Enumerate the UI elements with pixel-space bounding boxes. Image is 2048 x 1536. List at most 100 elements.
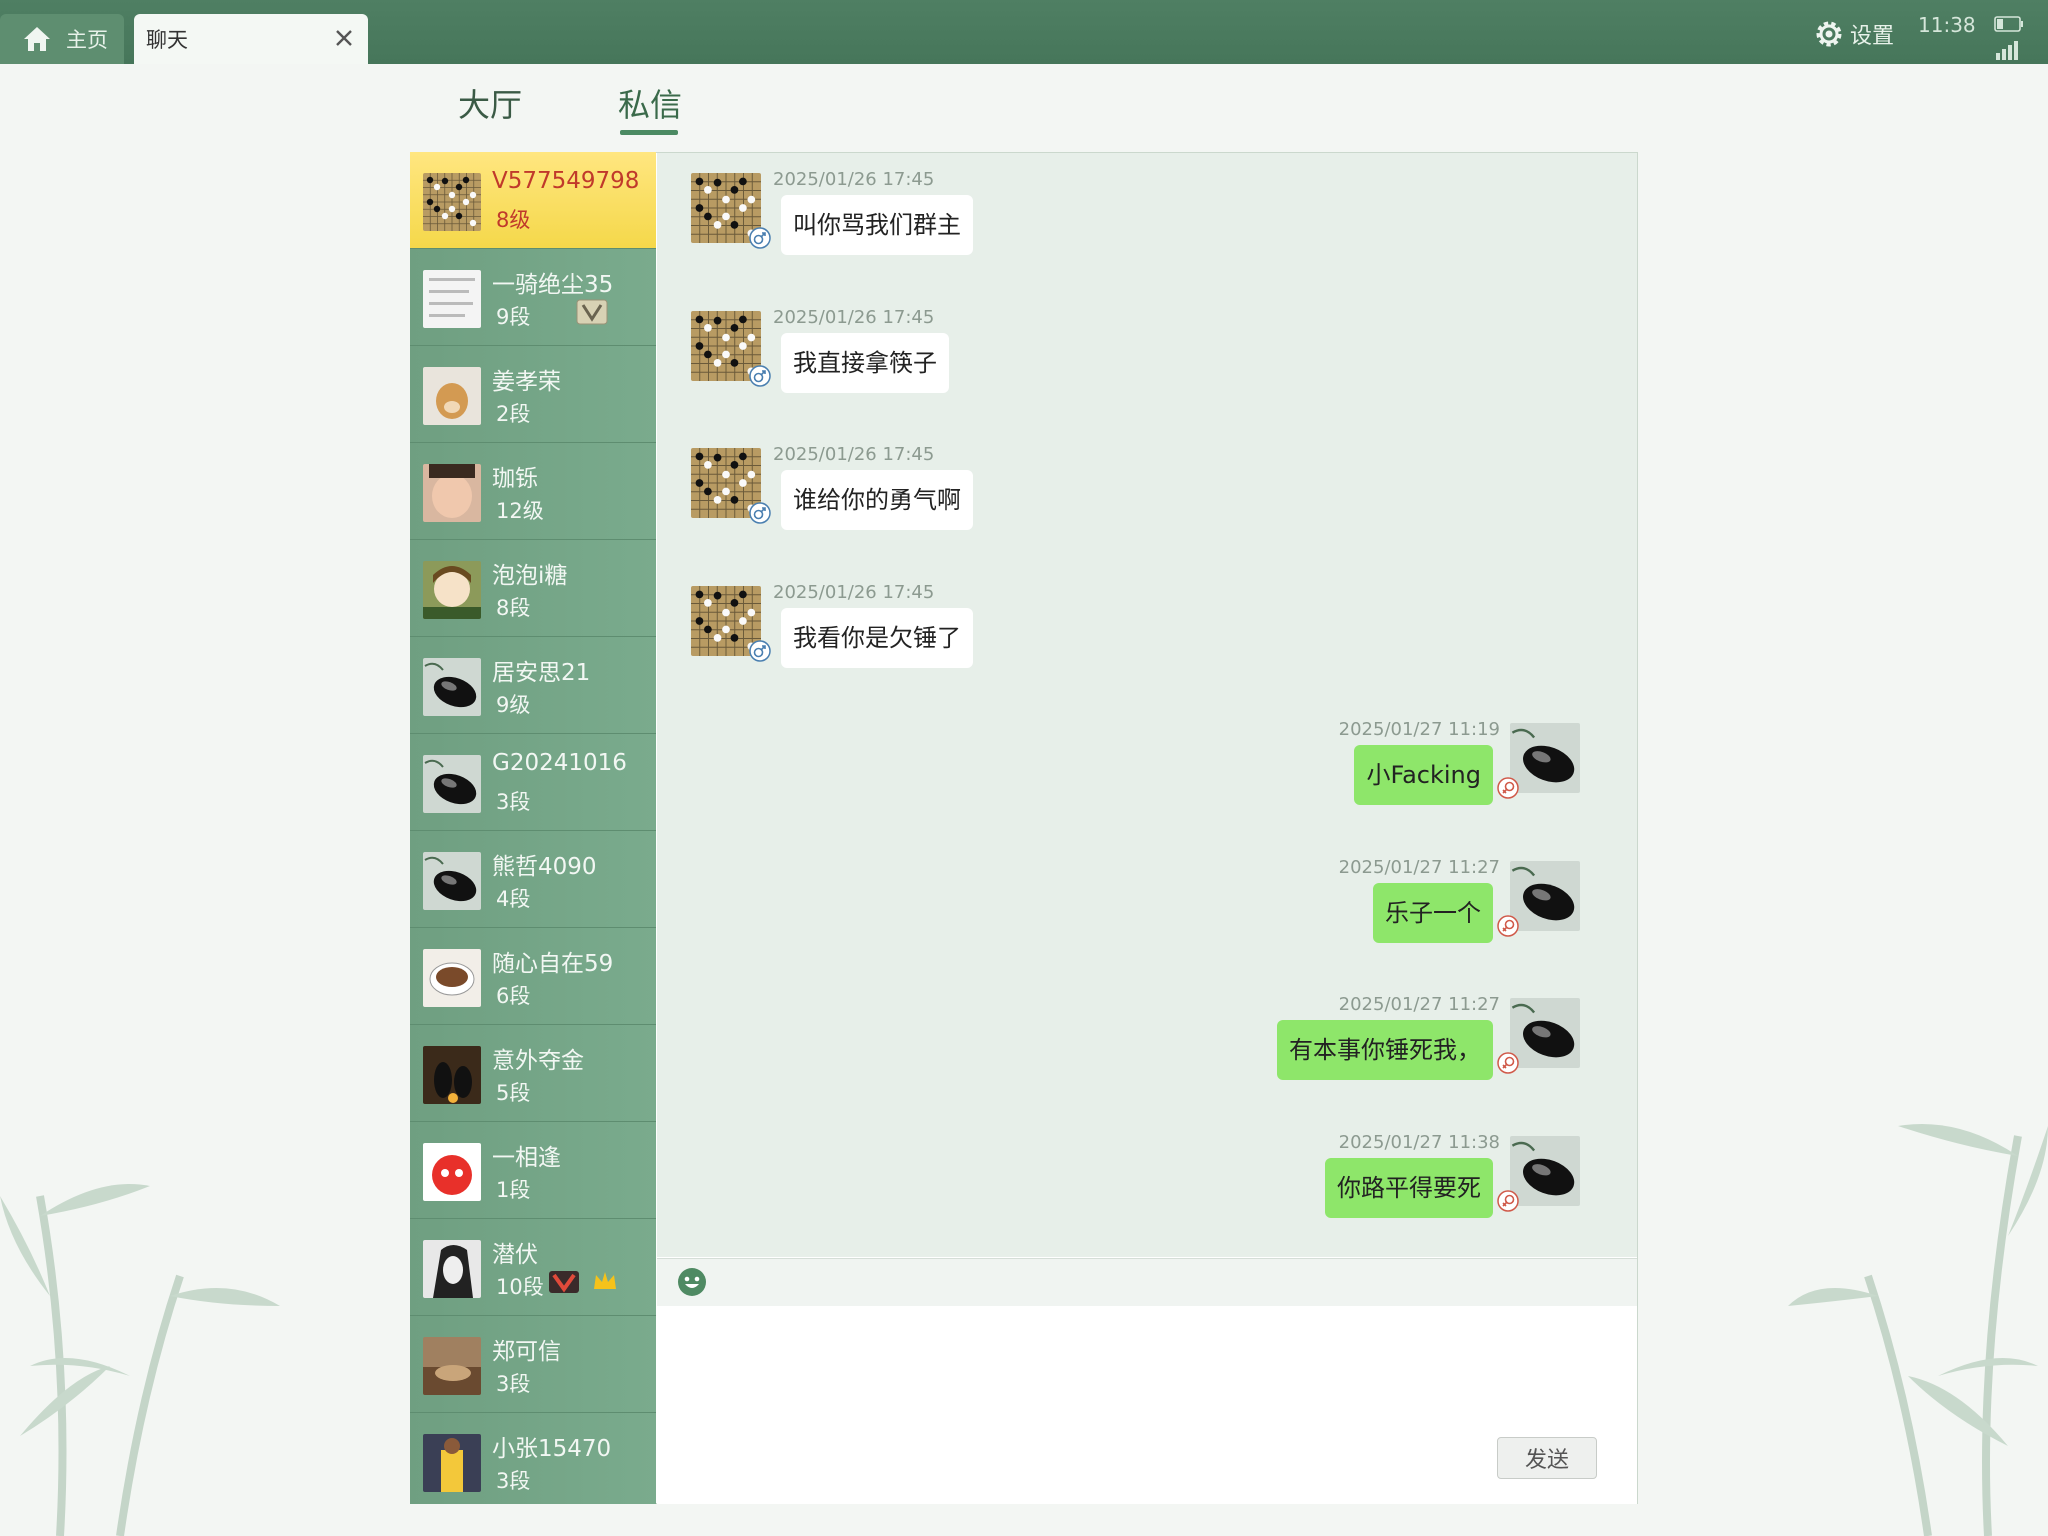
avatar <box>423 561 481 619</box>
message-bubble[interactable]: 小Facking <box>1354 745 1493 805</box>
contact-item[interactable]: 姜孝荣 2段 <box>410 346 656 443</box>
contact-item[interactable]: 居安思21 9级 <box>410 637 656 734</box>
bamboo-decoration-left <box>0 1184 280 1536</box>
contact-name: 郑可信 <box>492 1339 561 1365</box>
contact-rank: 3段 <box>496 1469 531 1493</box>
female-icon <box>1497 1052 1519 1074</box>
message-bubble[interactable]: 叫你骂我们群主 <box>781 195 973 255</box>
contact-name: G20241016 <box>492 750 627 776</box>
contact-name: 潜伏 <box>492 1242 538 1268</box>
outgoing-message: 2025/01/27 11:19 小Facking <box>657 711 1637 821</box>
avatar <box>423 1143 481 1201</box>
settings-button[interactable]: 设置 <box>1814 18 1894 50</box>
active-tab-indicator <box>620 130 678 135</box>
message-bubble[interactable]: 我看你是欠锤了 <box>781 607 973 668</box>
avatar <box>423 1046 481 1104</box>
outgoing-message: 2025/01/27 11:27 乐子一个 <box>657 849 1637 959</box>
contact-item[interactable]: 泡泡i糖 8段 <box>410 540 656 637</box>
contact-item[interactable]: G20241016 3段 <box>410 734 656 831</box>
message-time: 2025/01/26 17:45 <box>773 306 935 328</box>
contact-item[interactable]: 潜伏 10段 <box>410 1219 656 1316</box>
message-bubble[interactable]: 乐子一个 <box>1373 882 1493 943</box>
avatar <box>423 270 481 328</box>
avatar <box>423 852 481 910</box>
contact-item[interactable]: 熊哲4090 4段 <box>410 831 656 928</box>
contact-name: 泡泡i糖 <box>492 563 568 589</box>
message-time: 2025/01/26 17:45 <box>773 581 935 603</box>
incoming-message: 2025/01/26 17:45 我直接拿筷子 <box>657 299 1637 409</box>
male-icon <box>749 639 771 662</box>
emoji-icon[interactable] <box>677 1267 707 1297</box>
message-time: 2025/01/27 11:19 <box>1338 719 1500 740</box>
avatar <box>423 367 481 425</box>
self-avatar[interactable] <box>1510 860 1580 931</box>
contact-rank: 9段 <box>496 305 531 329</box>
bamboo-decoration-right <box>1788 1124 2048 1536</box>
tab-private-messages[interactable]: 私信 <box>618 80 682 126</box>
message-time: 2025/01/26 17:45 <box>773 444 935 465</box>
male-icon <box>749 502 771 524</box>
message-area[interactable]: 2025/01/26 17:45 叫你骂我们群主 2025/01/26 17:4… <box>657 153 1637 1257</box>
self-avatar[interactable] <box>1510 998 1580 1068</box>
incoming-message: 2025/01/26 17:45 谁给你的勇气啊 <box>657 436 1637 546</box>
self-avatar[interactable] <box>1510 1135 1580 1206</box>
clock: 11:38 <box>1918 13 1976 37</box>
contact-item[interactable]: 随心自在59 6段 <box>410 928 656 1025</box>
avatar <box>423 658 481 716</box>
contact-rank: 8段 <box>496 596 531 620</box>
contact-rank: 12级 <box>496 499 544 523</box>
avatar <box>423 949 481 1007</box>
contact-item[interactable]: 小张15470 3段 <box>410 1413 656 1504</box>
contact-name: V577549798 <box>492 168 640 194</box>
tab-hall[interactable]: 大厅 <box>458 80 522 126</box>
female-icon <box>1497 777 1519 799</box>
incoming-message: 2025/01/26 17:45 叫你骂我们群主 <box>657 161 1637 271</box>
home-icon <box>24 27 50 51</box>
message-bubble[interactable]: 有本事你锤死我， <box>1277 1020 1493 1080</box>
close-icon[interactable] <box>332 26 356 50</box>
medal-icon <box>549 1271 579 1293</box>
female-icon <box>1497 1189 1519 1212</box>
send-button[interactable]: 发送 <box>1497 1437 1597 1479</box>
contact-item[interactable]: 珈铄 12级 <box>410 443 656 540</box>
contact-rank: 6段 <box>496 984 531 1008</box>
contact-rank: 3段 <box>496 1372 531 1396</box>
contact-name: 一相逢 <box>492 1145 561 1171</box>
contact-list[interactable]: V577549798 8级 一骑绝尘35 9段 姜孝荣 2段 珈铄 12级 泡泡… <box>410 152 656 1504</box>
avatar <box>423 464 481 522</box>
message-bubble[interactable]: 谁给你的勇气啊 <box>781 470 973 530</box>
composer-toolbar <box>657 1258 1637 1306</box>
battery-icon <box>1994 16 2023 32</box>
contact-rank: 2段 <box>496 402 531 426</box>
outgoing-message: 2025/01/27 11:38 你路平得要死 <box>657 1124 1637 1234</box>
avatar <box>423 755 481 813</box>
message-bubble[interactable]: 我直接拿筷子 <box>781 332 949 393</box>
female-icon <box>1497 914 1519 937</box>
self-avatar[interactable] <box>1510 723 1580 793</box>
contact-name: 一骑绝尘35 <box>492 272 614 298</box>
title-bar: 主页 聊天 设置 11:38 <box>0 0 2048 64</box>
contact-item[interactable]: V577549798 8级 <box>410 152 656 249</box>
contact-name: 意外夺金 <box>492 1048 584 1074</box>
contact-item[interactable]: 意外夺金 5段 <box>410 1025 656 1122</box>
message-bubble[interactable]: 你路平得要死 <box>1325 1157 1493 1218</box>
signal-icon <box>1996 41 2018 60</box>
contact-item[interactable]: 郑可信 3段 <box>410 1316 656 1413</box>
settings-label: 设置 <box>1850 24 1895 49</box>
avatar <box>423 1240 481 1298</box>
contact-rank: 1段 <box>496 1178 531 1202</box>
vip-badge-icon <box>576 299 608 325</box>
contact-name: 小张15470 <box>492 1436 612 1462</box>
contact-item[interactable]: 一相逢 1段 <box>410 1122 656 1219</box>
contact-rank: 5段 <box>496 1081 531 1105</box>
contact-name: 姜孝荣 <box>492 369 561 395</box>
contact-item[interactable]: 一骑绝尘35 9段 <box>410 249 656 346</box>
tab-chat[interactable]: 聊天 <box>134 14 368 64</box>
avatar <box>423 1434 481 1492</box>
message-input[interactable] <box>657 1306 1637 1504</box>
male-icon <box>749 227 771 249</box>
male-icon <box>749 364 771 387</box>
message-time: 2025/01/27 11:27 <box>1338 856 1500 878</box>
contact-rank: 4段 <box>496 887 531 911</box>
tab-home[interactable]: 主页 <box>0 14 124 64</box>
